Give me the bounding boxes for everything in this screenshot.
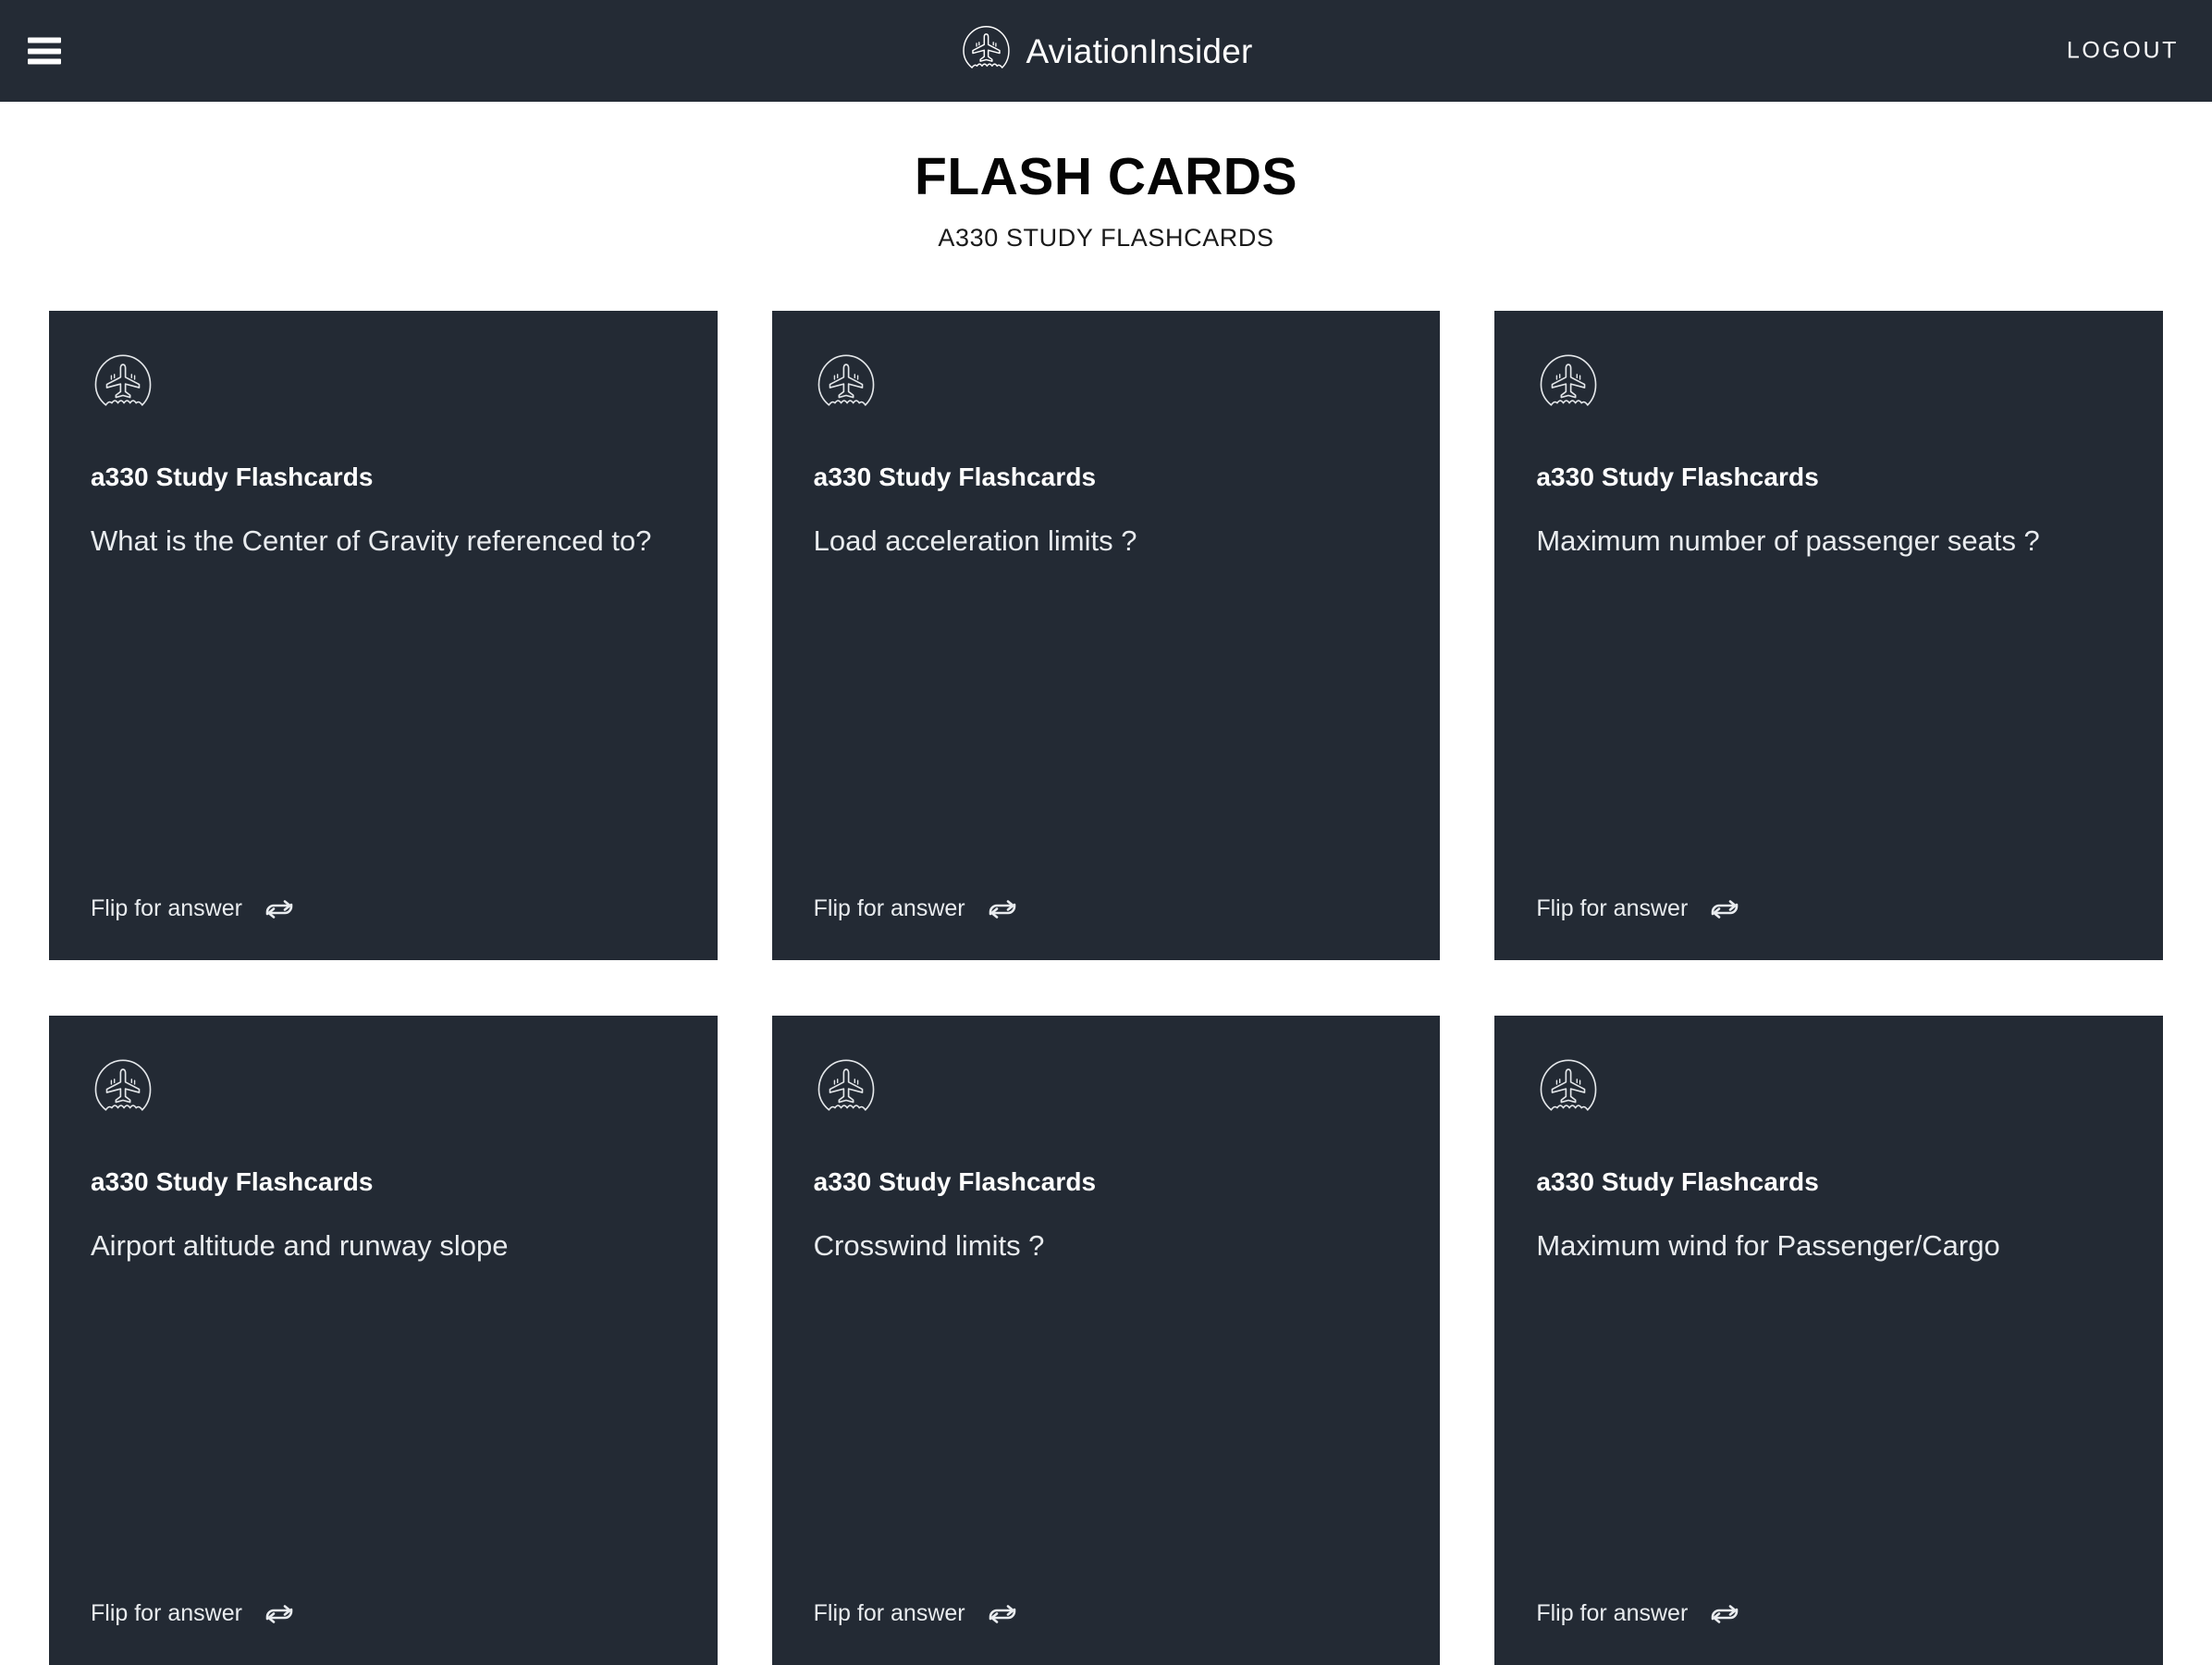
loop-arrows-icon [1711,1605,1739,1623]
hamburger-bar [28,58,61,65]
loop-arrows-icon [989,900,1015,919]
airplane-circle-icon [817,354,875,406]
airplane-circle-icon [94,354,152,406]
page-header: FLASH CARDS A330 STUDY FLASHCARDS [0,102,2212,253]
brand-name-primary: Aviation [1026,31,1149,70]
flip-label: Flip for answer [1536,895,1689,922]
flip-for-answer-action[interactable]: Flip for answer [814,1600,1399,1628]
flip-label: Flip for answer [91,1600,242,1627]
page-title: FLASH CARDS [915,147,1297,206]
flashcard-kicker: a330 Study Flashcards [1536,1166,1819,1196]
loop-arrows-icon [989,1605,1015,1623]
flashcard-question: Load acceleration limits ? [813,524,1137,558]
app-header: AviationInsider LOGOUT [0,0,2212,102]
hamburger-menu-icon[interactable] [28,37,61,65]
brand-logo[interactable]: AviationInsider [959,24,1252,78]
flashcard-question: Maximum wind for Passenger/Cargo [1536,1229,2000,1263]
flashcard-kicker: a330 Study Flashcards [1536,462,1819,491]
loop-arrows-icon [1711,900,1739,919]
flip-for-answer-action[interactable]: Flip for answer [814,895,1399,923]
flashcard-question: Airport altitude and runway slope [91,1229,509,1263]
flashcard-grid: a330 Study Flashcards What is the Center… [0,310,2212,1665]
flip-for-answer-action[interactable]: Flip for answer [91,1600,676,1628]
flashcard[interactable]: a330 Study Flashcards Load acceleration … [771,310,1441,960]
flashcard-kicker: a330 Study Flashcards [813,462,1097,491]
airplane-circle-icon [1540,1059,1597,1111]
flip-label: Flip for answer [91,895,242,922]
airplane-circle-logo-icon [963,25,1010,68]
flashcard[interactable]: a330 Study Flashcards Maximum number of … [1494,310,2163,960]
airplane-circle-icon [1540,354,1597,406]
flashcard-kicker: a330 Study Flashcards [91,1166,374,1196]
flashcard[interactable]: a330 Study Flashcards Crosswind limits ?… [771,1015,1441,1665]
flashcard[interactable]: a330 Study Flashcards Maximum wind for P… [1494,1015,2163,1665]
flip-label: Flip for answer [813,895,965,922]
logout-button[interactable]: LOGOUT [2067,38,2179,65]
brand-wordmark: AviationInsider [1026,34,1252,68]
loop-arrows-icon [265,1605,293,1623]
flip-for-answer-action[interactable]: Flip for answer [1536,1600,2121,1628]
flashcard[interactable]: a330 Study Flashcards Airport altitude a… [49,1015,718,1665]
hamburger-bar [28,37,61,43]
brand-name-secondary: Insider [1149,31,1253,70]
flip-for-answer-action[interactable]: Flip for answer [1536,895,2121,923]
flashcard[interactable]: a330 Study Flashcards What is the Center… [49,310,718,960]
flip-for-answer-action[interactable]: Flip for answer [91,895,676,923]
flashcard-kicker: a330 Study Flashcards [813,1166,1097,1196]
flashcard-question: What is the Center of Gravity referenced… [91,524,652,558]
airplane-circle-icon [94,1059,152,1111]
hamburger-bar [28,48,61,54]
loop-arrows-icon [265,900,293,919]
page-subtitle: A330 STUDY FLASHCARDS [938,223,1274,252]
flashcard-question: Crosswind limits ? [813,1229,1045,1263]
flip-label: Flip for answer [1536,1600,1689,1627]
flip-label: Flip for answer [813,1600,965,1627]
flashcard-question: Maximum number of passenger seats ? [1536,524,2040,558]
flashcard-kicker: a330 Study Flashcards [91,462,374,491]
airplane-circle-icon [817,1059,875,1111]
